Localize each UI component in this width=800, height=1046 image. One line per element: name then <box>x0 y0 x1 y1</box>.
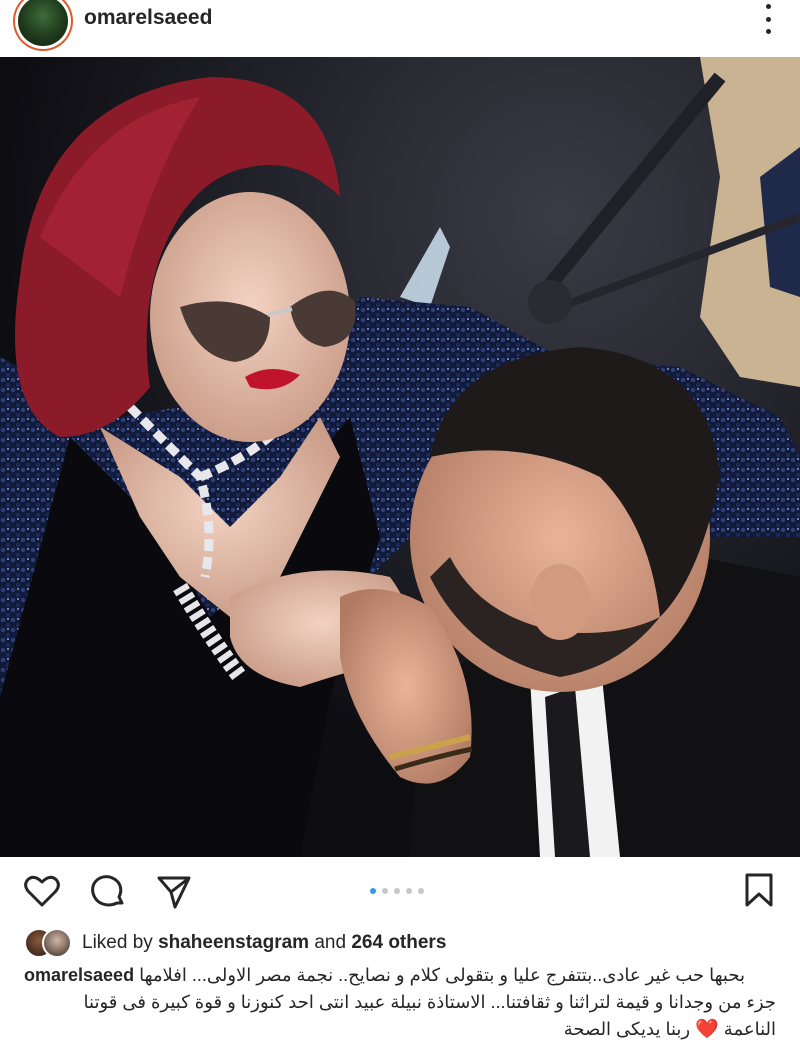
caption-text-3b: ربنا يديكى الصحة <box>563 1019 691 1039</box>
likes-row[interactable]: Liked by shaheenstagram and 264 others <box>24 928 446 958</box>
caption-line-2: جزء من وجدانا و قيمة لتراثنا و ثقافتنا..… <box>83 992 776 1012</box>
likes-text: Liked by shaheenstagram and 264 others <box>82 932 446 954</box>
comment-icon[interactable] <box>90 874 126 915</box>
caption-line-1: omarelsaeed بحبها حب غير عادى..بتتفرج عل… <box>24 962 776 989</box>
caption-text-1: بحبها حب غير عادى..بتتفرج عليا و بتقولى … <box>139 965 745 985</box>
caption-text-3a: الناعمة <box>723 1019 776 1039</box>
likes-connector: and <box>314 932 347 953</box>
likes-others[interactable]: 264 others <box>351 932 446 953</box>
share-icon[interactable] <box>156 874 192 915</box>
carousel-dot <box>418 888 424 894</box>
likes-user[interactable]: shaheenstagram <box>158 932 309 953</box>
caption-username[interactable]: omarelsaeed <box>24 965 134 985</box>
photo-illustration <box>0 57 800 857</box>
action-bar <box>0 866 800 920</box>
caption-line-3: الناعمة ❤️ ربنا يديكى الصحة <box>24 1016 776 1043</box>
more-icon[interactable] <box>756 4 780 34</box>
carousel-dot <box>394 888 400 894</box>
heart-emoji: ❤️ <box>695 1019 719 1040</box>
avatar[interactable] <box>18 0 68 46</box>
caption: omarelsaeed بحبها حب غير عادى..بتتفرج عل… <box>24 962 776 1043</box>
post-username[interactable]: omarelsaeed <box>84 6 212 30</box>
carousel-dot <box>406 888 412 894</box>
carousel-indicator <box>370 888 424 894</box>
carousel-dot-active <box>370 888 376 894</box>
carousel-dot <box>382 888 388 894</box>
post-header: omarelsaeed <box>0 0 800 50</box>
post-photo[interactable] <box>0 57 800 857</box>
likes-prefix: Liked by <box>82 932 153 953</box>
heart-icon[interactable] <box>24 874 60 913</box>
liker-avatar <box>42 928 72 958</box>
bookmark-icon[interactable] <box>744 872 774 913</box>
